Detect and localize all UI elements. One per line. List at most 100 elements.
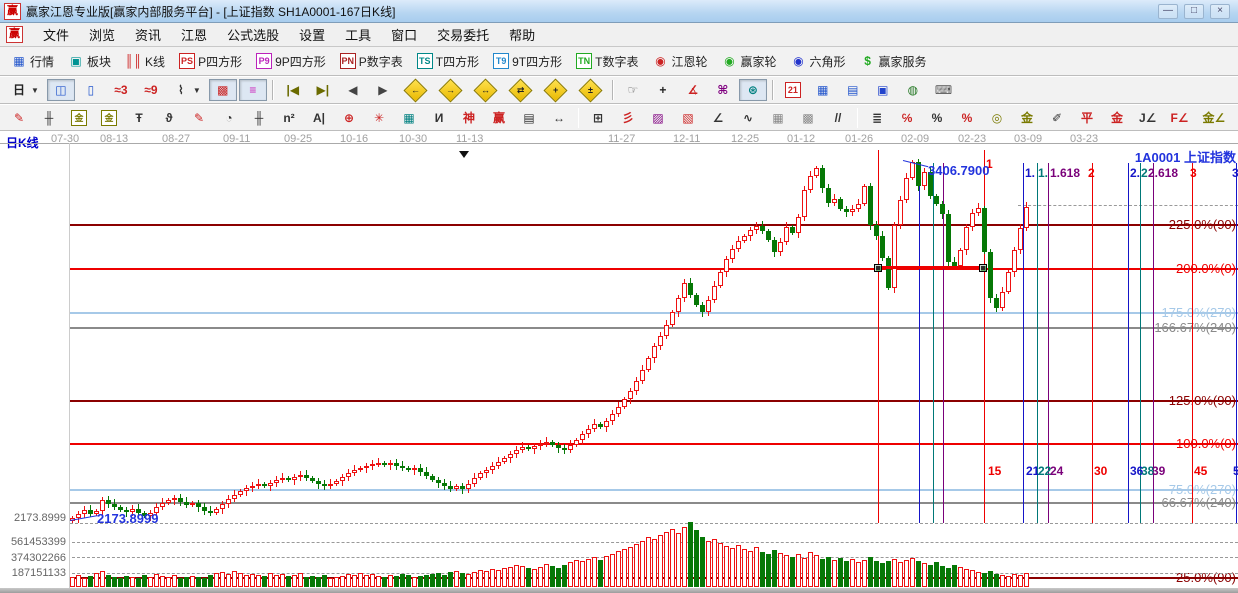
menu-item-1[interactable]: 浏览: [79, 22, 125, 47]
web-update-button[interactable]: ◍: [899, 79, 927, 101]
time-clock-button[interactable]: ◔: [215, 107, 243, 129]
percent-button[interactable]: %: [923, 107, 951, 129]
comb-lines-button[interactable]: ╫: [35, 107, 63, 129]
winner-wheel-button[interactable]: ◉赢家轮: [716, 50, 783, 73]
p-square-button[interactable]: PSP四方形: [173, 50, 248, 73]
menu-item-4[interactable]: 公式选股: [217, 22, 289, 47]
red-brush-button[interactable]: ✎: [185, 107, 213, 129]
chart-plot-area[interactable]: 日K线 1A0001 上证指数 07-3008-1308-2709-1109-2…: [0, 131, 1238, 593]
gann-module-button[interactable]: ⌘: [709, 79, 737, 101]
9t-square-button[interactable]: T99T四方形: [487, 50, 568, 73]
angle-mirror-button[interactable]: A|: [305, 107, 333, 129]
sectors-button[interactable]: ▣板块: [62, 50, 117, 73]
prev-kline-button[interactable]: ◀: [339, 79, 367, 101]
menu-item-9[interactable]: 帮助: [499, 22, 545, 47]
drag-hand-button[interactable]: ☞: [619, 79, 647, 101]
pattern-select-button[interactable]: ▩: [209, 79, 237, 101]
shen-tool-button[interactable]: 神: [455, 107, 483, 129]
candle-style-button[interactable]: ⌇▼: [167, 79, 207, 101]
circle-cross-button[interactable]: ⊕: [335, 107, 363, 129]
bottom-scroll-strip[interactable]: [0, 588, 1238, 593]
f-lines-button[interactable]: Ŧ: [125, 107, 153, 129]
window-minimize-button[interactable]: —: [1158, 4, 1178, 19]
wave-9-button[interactable]: ≈9: [137, 79, 165, 101]
scale-chart-button[interactable]: ≣: [863, 107, 891, 129]
menu-item-7[interactable]: 窗口: [381, 22, 427, 47]
menu-item-3[interactable]: 江恩: [171, 22, 217, 47]
gann-wheel-button[interactable]: ◉江恩轮: [646, 50, 713, 73]
shift-left-button[interactable]: ←: [399, 79, 432, 102]
gold-grid-b-button[interactable]: 金: [95, 107, 123, 129]
comb-lines-2-button[interactable]: ╫: [245, 107, 273, 129]
print-setup-button[interactable]: ⌨: [929, 79, 958, 101]
menu-item-0[interactable]: 文件: [33, 22, 79, 47]
window-maximize-button[interactable]: □: [1184, 4, 1204, 19]
chart-layout-button[interactable]: ◫: [47, 79, 75, 101]
shift-right-button[interactable]: →: [434, 79, 467, 102]
wave-3-button[interactable]: ≈3: [107, 79, 135, 101]
angle-measure-button[interactable]: ∡: [679, 79, 707, 101]
quotes-button[interactable]: ▦行情: [5, 50, 60, 73]
pct-fraction-button[interactable]: ℅: [893, 107, 921, 129]
first-kline-button[interactable]: |◀: [279, 79, 307, 101]
parallel-lines-button[interactable]: //: [824, 107, 852, 129]
menu-item-2[interactable]: 资讯: [125, 22, 171, 47]
t-number-table-button[interactable]: TNT数字表: [570, 50, 644, 73]
title-bar[interactable]: 赢 赢家江恩专业版[赢家内部服务平台] - [上证指数 SH1A0001-167…: [0, 0, 1238, 23]
avg-band-button[interactable]: 平: [1073, 107, 1101, 129]
gold-circle-button[interactable]: ◎: [983, 107, 1011, 129]
t-square-button[interactable]: TST四方形: [411, 50, 485, 73]
gold-grid-a-button[interactable]: 金: [65, 107, 93, 129]
period-day-button[interactable]: 日▼: [5, 79, 45, 101]
f-angle-button[interactable]: F∠: [1164, 107, 1194, 129]
angle-fan-button[interactable]: ∠: [704, 107, 732, 129]
window-close-button[interactable]: ×: [1210, 4, 1230, 19]
notes-button[interactable]: ▤: [839, 79, 867, 101]
gann-flower-button[interactable]: ✳: [365, 107, 393, 129]
expand-horizontal-button[interactable]: ↔: [469, 79, 502, 102]
menu-item-5[interactable]: 设置: [289, 22, 335, 47]
last-kline-button[interactable]: ▶|: [309, 79, 337, 101]
grid-flower-button[interactable]: ▦: [395, 107, 423, 129]
mark-brush-button[interactable]: ✐: [1043, 107, 1071, 129]
menu-item-6[interactable]: 工具: [335, 22, 381, 47]
grid-b-button[interactable]: ▩: [794, 107, 822, 129]
compress-horizontal-button[interactable]: ⇄: [504, 79, 537, 102]
span-arrows-button[interactable]: ↔: [545, 107, 573, 129]
gold-band-button[interactable]: 金: [1103, 107, 1131, 129]
gann-anchor-handle[interactable]: [874, 264, 882, 272]
zoom-in-button[interactable]: +: [539, 79, 572, 102]
calendar-button[interactable]: 21: [779, 79, 807, 101]
wheel-module-button[interactable]: ⊛: [739, 79, 767, 101]
wave-lines-button[interactable]: ∿: [734, 107, 762, 129]
shen-angle-button[interactable]: 神∠: [1233, 107, 1238, 129]
hexagon-button[interactable]: ◉六角形: [785, 50, 852, 73]
box-anchor-button[interactable]: ⊞: [584, 107, 612, 129]
percent-line-button[interactable]: %: [953, 107, 981, 129]
profile-histogram-button[interactable]: ≡: [239, 79, 267, 101]
n-squared-button[interactable]: n²: [275, 107, 303, 129]
gold-angle-button[interactable]: 金∠: [1197, 107, 1232, 129]
ruler-123-button[interactable]: ▤: [515, 107, 543, 129]
p-number-table-button[interactable]: PNP数字表: [334, 50, 409, 73]
ying-tool-button[interactable]: 赢: [485, 107, 513, 129]
save-button[interactable]: ▣: [869, 79, 897, 101]
k-mark-button[interactable]: И: [425, 107, 453, 129]
gold-lines-button[interactable]: 金: [1013, 107, 1041, 129]
box-fan-2-button[interactable]: ▧: [674, 107, 702, 129]
crosshair-button[interactable]: +: [649, 79, 677, 101]
spiral-tool-button[interactable]: ϑ: [155, 107, 183, 129]
grid-a-button[interactable]: ▦: [764, 107, 792, 129]
kline-button[interactable]: ║║K线: [119, 50, 171, 73]
red-fan-button[interactable]: 彡: [614, 107, 642, 129]
j-angle-button[interactable]: J∠: [1133, 107, 1162, 129]
menu-item-8[interactable]: 交易委托: [427, 22, 499, 47]
gann-anchor-handle[interactable]: [979, 264, 987, 272]
zoom-out-button[interactable]: ±: [574, 79, 607, 102]
next-kline-button[interactable]: ▶: [369, 79, 397, 101]
info-doc-button[interactable]: ▯: [77, 79, 105, 101]
9p-square-button[interactable]: P99P四方形: [250, 50, 332, 73]
box-fan-button[interactable]: ▨: [644, 107, 672, 129]
winner-service-button[interactable]: $赢家服务: [854, 50, 933, 73]
calculator-button[interactable]: ▦: [809, 79, 837, 101]
